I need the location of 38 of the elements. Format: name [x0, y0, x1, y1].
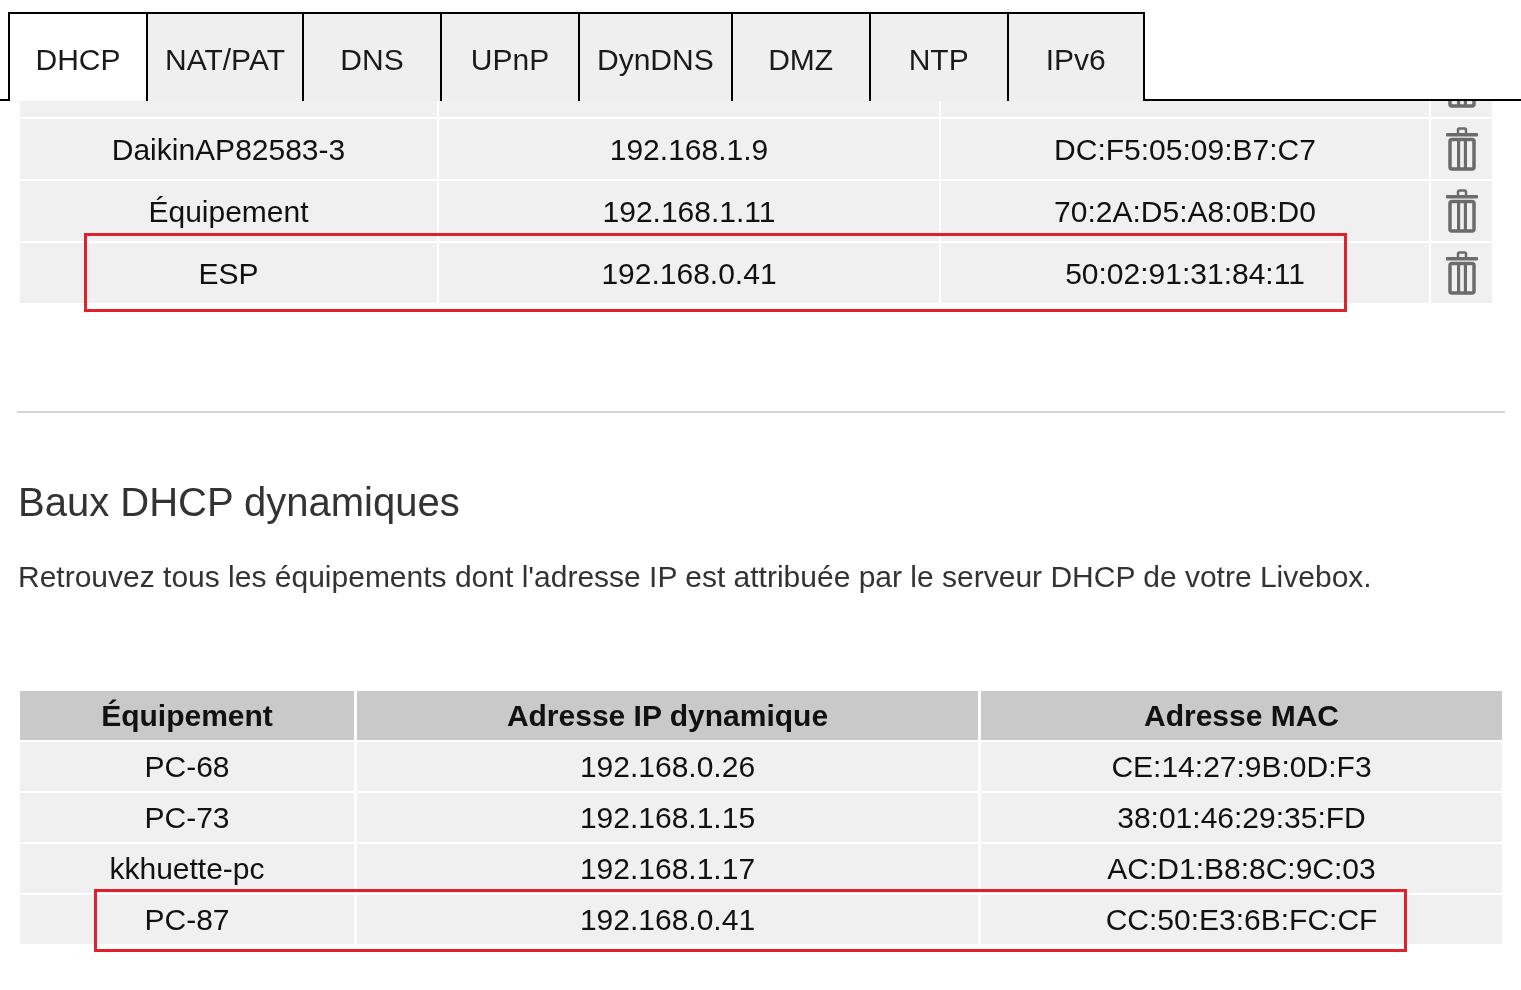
table-cell: 192.168.1.9 [439, 119, 939, 179]
table-cell: PC-87 [20, 895, 354, 944]
table-cell: DC:F5:05:09:B7:C7 [941, 119, 1429, 179]
section-description: Retrouvez tous les équipements dont l'adresse IP est attribuée par le serveur DHCP de votre Livebox. [18, 560, 1373, 594]
table-cell: Équipement [20, 181, 437, 241]
table-cell: CC:50:E3:6B:FC:CF [981, 895, 1502, 944]
trash-icon[interactable] [1445, 127, 1478, 171]
table-cell: 192.168.1.11 [439, 181, 939, 241]
table-cell: CE:14:27:9B:0D:F3 [981, 742, 1502, 791]
trash-icon[interactable] [1445, 251, 1478, 295]
table-cell: 70:2A:D5:A8:0B:D0 [941, 181, 1429, 241]
tab[interactable]: NAT/PAT [146, 12, 302, 101]
tab[interactable]: NTP [868, 12, 1007, 101]
tab[interactable]: DNS [302, 12, 440, 101]
table-cell: 50:02:91:31:84:11 [941, 243, 1429, 303]
column-header: Adresse MAC [981, 691, 1502, 740]
table-cell: 192.168.0.41 [439, 243, 939, 303]
column-header: Adresse IP dynamique [357, 691, 978, 740]
table-cell: DaikinAP82583-3 [20, 119, 437, 179]
tab[interactable]: UPnP [440, 12, 578, 101]
table-cell: 192.168.0.26 [357, 742, 978, 791]
tab[interactable]: DHCP [8, 12, 146, 101]
table-cell: PC-73 [20, 793, 354, 842]
tab[interactable]: DynDNS [578, 12, 731, 101]
trash-icon[interactable] [1445, 101, 1478, 108]
tab[interactable]: IPv6 [1006, 12, 1145, 101]
table-cell: 192.168.1.17 [357, 844, 978, 893]
table-cell: 38:01:46:29:35:FD [981, 793, 1502, 842]
table-cell: AC:D1:B8:8C:9C:03 [981, 844, 1502, 893]
table-cell: kkhuette-pc [20, 844, 354, 893]
column-header: Équipement [20, 691, 354, 740]
section-title: Baux DHCP dynamiques [18, 479, 461, 525]
table-cell: PC-68 [20, 742, 354, 791]
tab[interactable]: DMZ [730, 12, 869, 101]
table-cell: 192.168.1.15 [357, 793, 978, 842]
trash-icon[interactable] [1445, 189, 1478, 233]
table-cell: ESP [20, 243, 437, 303]
table-cell: 192.168.0.41 [357, 895, 978, 944]
